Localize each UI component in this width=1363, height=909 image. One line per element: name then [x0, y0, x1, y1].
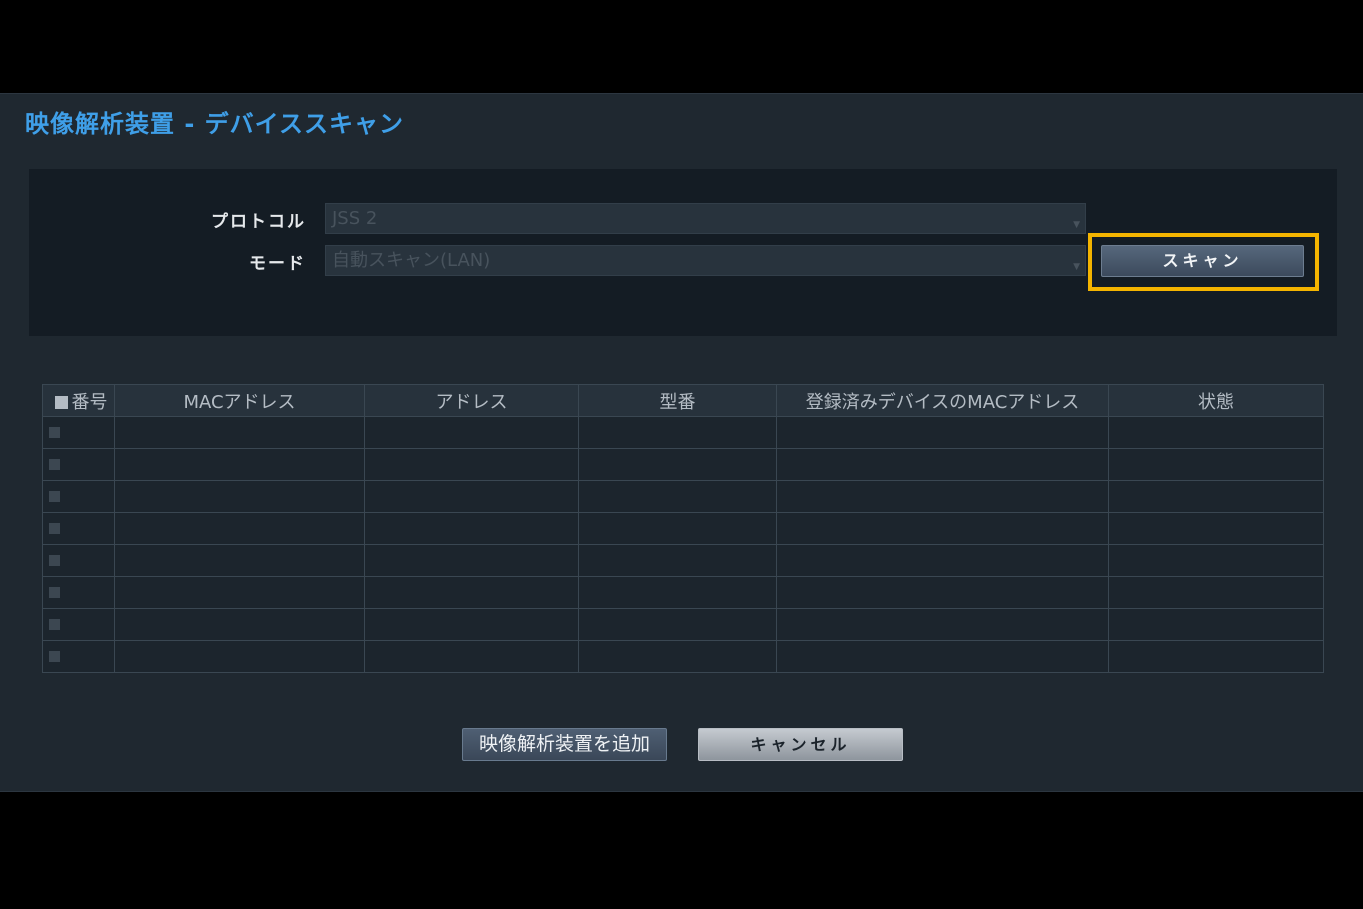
table-cell	[578, 608, 777, 641]
table-row[interactable]	[42, 576, 1324, 609]
table-cell	[114, 576, 365, 609]
column-header-mac: MACアドレス	[114, 384, 365, 417]
table-cell	[42, 544, 115, 577]
table-cell	[776, 544, 1109, 577]
table-cell	[776, 608, 1109, 641]
table-cell	[42, 640, 115, 673]
table-row[interactable]	[42, 640, 1324, 673]
table-cell	[776, 640, 1109, 673]
table-cell	[42, 576, 115, 609]
table-cell	[1108, 608, 1324, 641]
row-checkbox[interactable]	[49, 587, 60, 598]
select-all-checkbox[interactable]	[54, 395, 68, 409]
row-checkbox[interactable]	[49, 491, 60, 502]
table-cell	[578, 544, 777, 577]
table-cell	[578, 640, 777, 673]
table-cell	[114, 416, 365, 449]
row-checkbox[interactable]	[49, 459, 60, 470]
table-row[interactable]	[42, 544, 1324, 577]
table-cell	[776, 576, 1109, 609]
protocol-label: プロトコル	[211, 212, 306, 232]
table-cell	[42, 512, 115, 545]
device-table: 番号 MACアドレス アドレス 型番 登録済みデバイスのMACアドレス 状態	[42, 384, 1324, 673]
column-header-status: 状態	[1108, 384, 1324, 417]
protocol-select[interactable]: JSS 2 ▼	[325, 203, 1086, 234]
table-cell	[114, 480, 365, 513]
table-row[interactable]	[42, 512, 1324, 545]
table-cell	[776, 416, 1109, 449]
column-header-address: アドレス	[364, 384, 579, 417]
row-checkbox[interactable]	[49, 555, 60, 566]
table-cell	[114, 512, 365, 545]
table-cell	[42, 448, 115, 481]
mode-value: 自動スキャン(LAN)	[332, 250, 491, 271]
table-row[interactable]	[42, 416, 1324, 449]
table-row[interactable]	[42, 480, 1324, 513]
row-checkbox[interactable]	[49, 427, 60, 438]
row-checkbox[interactable]	[49, 619, 60, 630]
table-row[interactable]	[42, 448, 1324, 481]
table-header-row: 番号 MACアドレス アドレス 型番 登録済みデバイスのMACアドレス 状態	[42, 384, 1324, 417]
table-row[interactable]	[42, 608, 1324, 641]
table-cell	[114, 640, 365, 673]
table-cell	[364, 640, 579, 673]
add-analyzer-button[interactable]: 映像解析装置を追加	[462, 728, 667, 761]
table-cell	[42, 608, 115, 641]
table-cell	[364, 416, 579, 449]
table-cell	[114, 608, 365, 641]
table-cell	[42, 480, 115, 513]
row-checkbox[interactable]	[49, 523, 60, 534]
table-cell	[364, 480, 579, 513]
scan-button[interactable]: スキャン	[1101, 245, 1304, 277]
table-cell	[776, 448, 1109, 481]
table-cell	[578, 448, 777, 481]
table-cell	[578, 576, 777, 609]
table-cell	[1108, 512, 1324, 545]
table-cell	[578, 512, 777, 545]
table-cell	[578, 480, 777, 513]
table-cell	[364, 512, 579, 545]
table-cell	[1108, 640, 1324, 673]
table-cell	[776, 512, 1109, 545]
column-header-number: 番号	[42, 384, 115, 417]
table-cell	[42, 416, 115, 449]
table-cell	[364, 544, 579, 577]
chevron-down-icon: ▼	[1073, 220, 1080, 230]
table-cell	[364, 576, 579, 609]
table-cell	[364, 608, 579, 641]
table-cell	[1108, 544, 1324, 577]
protocol-value: JSS 2	[332, 208, 378, 229]
table-cell	[1108, 576, 1324, 609]
table-cell	[578, 416, 777, 449]
table-cell	[1108, 416, 1324, 449]
table-cell	[1108, 480, 1324, 513]
chevron-down-icon: ▼	[1073, 262, 1080, 272]
cancel-button[interactable]: キャンセル	[698, 728, 903, 761]
dialog-title: 映像解析装置 - デバイススキャン	[25, 110, 404, 138]
table-cell	[776, 480, 1109, 513]
mode-select[interactable]: 自動スキャン(LAN) ▼	[325, 245, 1086, 276]
table-cell	[1108, 448, 1324, 481]
table-cell	[114, 544, 365, 577]
row-checkbox[interactable]	[49, 651, 60, 662]
table-cell	[114, 448, 365, 481]
table-cell	[364, 448, 579, 481]
column-header-registered-mac: 登録済みデバイスのMACアドレス	[776, 384, 1109, 417]
column-header-model: 型番	[578, 384, 777, 417]
mode-label: モード	[249, 254, 306, 274]
